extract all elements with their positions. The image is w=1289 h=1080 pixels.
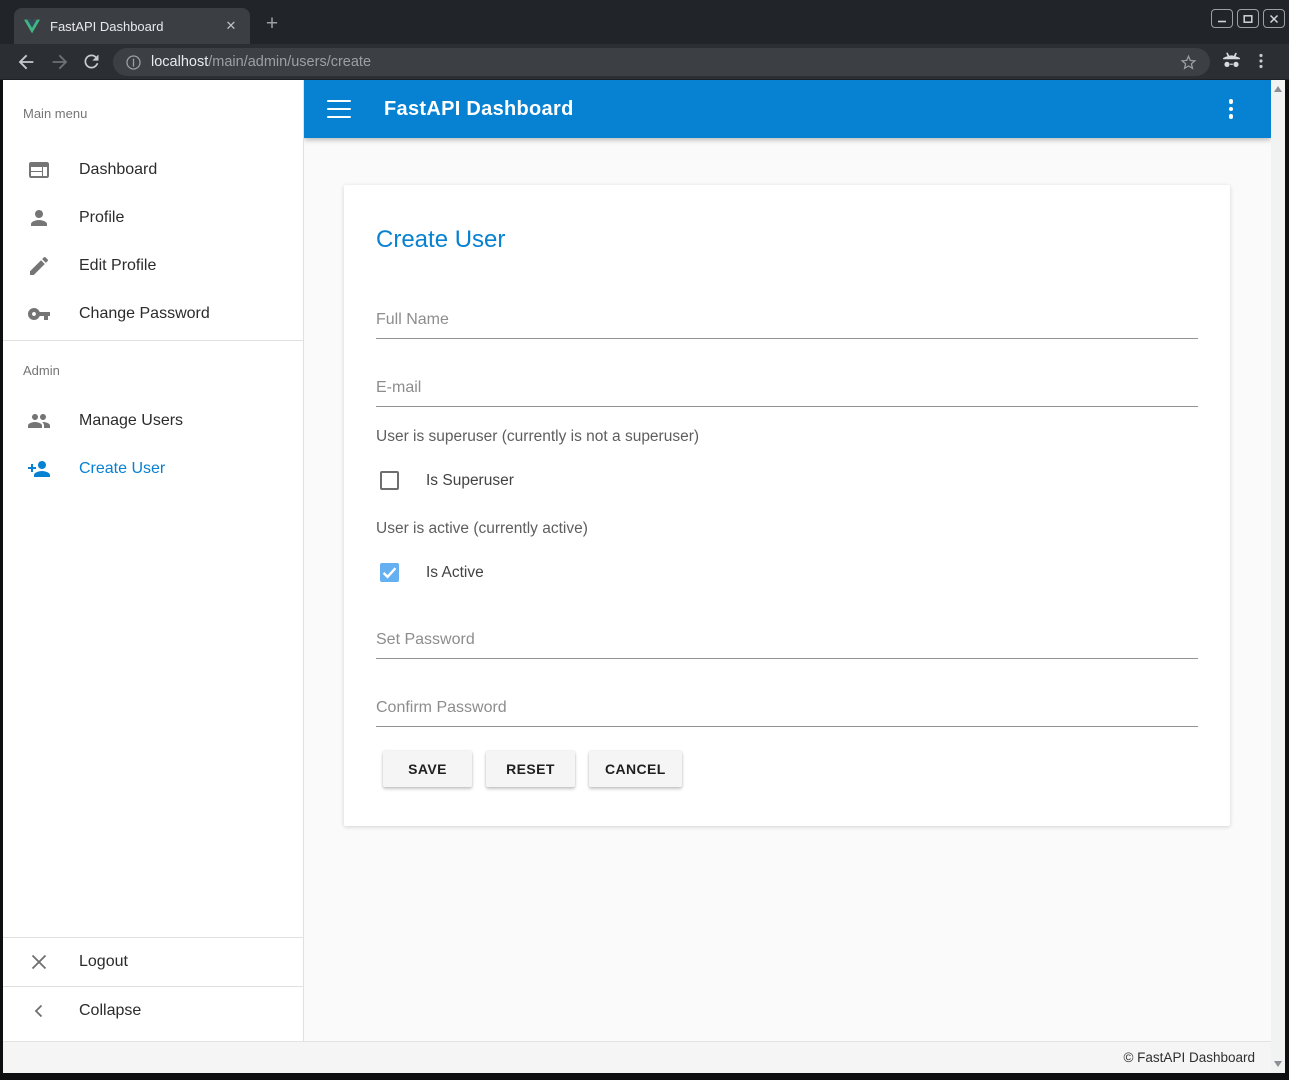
window-maximize-button[interactable] <box>1237 9 1259 28</box>
full-name-input[interactable] <box>376 301 1198 338</box>
confirm-password-input[interactable] <box>376 689 1198 726</box>
cancel-button[interactable]: CANCEL <box>589 751 682 787</box>
close-x-icon <box>27 950 51 974</box>
active-checkbox-row[interactable]: Is Active <box>380 563 484 582</box>
sidebar-item-manage-users[interactable]: Manage Users <box>3 397 303 445</box>
address-bar[interactable]: localhost/main/admin/users/create <box>113 48 1210 76</box>
site-info-icon[interactable] <box>125 54 142 71</box>
sidebar-item-label: Create User <box>79 460 165 478</box>
superuser-hint: User is superuser (currently is not a su… <box>376 428 699 446</box>
sidebar-item-logout[interactable]: Logout <box>3 937 303 986</box>
incognito-icon <box>1220 50 1243 78</box>
copyright-text: © FastAPI Dashboard <box>1123 1050 1255 1065</box>
hamburger-menu-icon[interactable] <box>327 100 351 118</box>
sidebar-item-change-password[interactable]: Change Password <box>3 290 303 338</box>
save-button[interactable]: SAVE <box>383 751 472 787</box>
sidebar-item-label: Change Password <box>79 305 210 323</box>
sidebar-section-label: Main menu <box>3 80 303 146</box>
full-name-field-wrap <box>376 301 1198 339</box>
email-input[interactable] <box>376 369 1198 406</box>
tab-title: FastAPI Dashboard <box>50 19 222 34</box>
sidebar: Main menu Dashboard Profile Edit Profile… <box>3 80 304 1041</box>
vue-logo-icon <box>24 19 40 34</box>
new-tab-button[interactable]: + <box>262 14 282 34</box>
sidebar-item-label: Dashboard <box>79 161 157 179</box>
browser-tab[interactable]: FastAPI Dashboard ✕ <box>14 8 250 44</box>
person-add-icon <box>27 457 51 481</box>
form-buttons: SAVE RESET CANCEL <box>383 751 682 787</box>
appbar-title: FastAPI Dashboard <box>384 98 574 121</box>
checkbox-unchecked-icon[interactable] <box>380 471 399 490</box>
appbar: FastAPI Dashboard <box>304 80 1271 138</box>
window-minimize-button[interactable] <box>1211 9 1233 28</box>
scrollbar[interactable] <box>1271 80 1285 1073</box>
active-hint: User is active (currently active) <box>376 520 588 538</box>
confirm-password-field-wrap <box>376 689 1198 727</box>
person-icon <box>27 206 51 230</box>
set-password-input[interactable] <box>376 621 1198 658</box>
checkbox-checked-icon[interactable] <box>380 563 399 582</box>
email-field-wrap <box>376 369 1198 407</box>
back-icon[interactable] <box>15 51 37 73</box>
tab-close-icon[interactable]: ✕ <box>222 17 240 35</box>
reset-button[interactable]: RESET <box>486 751 575 787</box>
dashboard-icon <box>27 158 51 182</box>
sidebar-item-label: Manage Users <box>79 412 183 430</box>
browser-window: FastAPI Dashboard ✕ + localhost/main/adm… <box>0 0 1289 1080</box>
sidebar-item-profile[interactable]: Profile <box>3 194 303 242</box>
key-icon <box>27 302 51 326</box>
group-icon <box>27 409 51 433</box>
sidebar-bottom-group: Logout Collapse <box>3 937 303 1035</box>
checkbox-label: Is Active <box>426 564 484 582</box>
sidebar-item-label: Collapse <box>79 1002 141 1020</box>
sidebar-item-collapse[interactable]: Collapse <box>3 986 303 1035</box>
page-footer: © FastAPI Dashboard <box>3 1041 1285 1073</box>
forward-icon[interactable] <box>49 51 71 73</box>
sidebar-item-label: Logout <box>79 953 128 971</box>
scroll-up-icon[interactable] <box>1271 82 1285 96</box>
page-title: Create User <box>376 226 505 254</box>
sidebar-section-label: Admin <box>3 341 303 397</box>
sidebar-item-label: Profile <box>79 209 124 227</box>
window-close-button[interactable] <box>1263 9 1285 28</box>
checkbox-label: Is Superuser <box>426 472 514 490</box>
set-password-field-wrap <box>376 621 1198 659</box>
sidebar-item-dashboard[interactable]: Dashboard <box>3 146 303 194</box>
chevron-left-icon <box>27 999 51 1023</box>
reload-icon[interactable] <box>81 51 103 73</box>
tab-strip: FastAPI Dashboard ✕ + <box>0 0 1289 44</box>
sidebar-item-label: Edit Profile <box>79 257 156 275</box>
appbar-menu-icon[interactable] <box>1219 97 1243 121</box>
sidebar-item-create-user[interactable]: Create User <box>3 445 303 493</box>
main-content: FastAPI Dashboard Create User User is su… <box>304 80 1271 1041</box>
bookmark-star-icon[interactable] <box>1179 53 1198 72</box>
scroll-down-icon[interactable] <box>1271 1057 1285 1071</box>
create-user-card: Create User User is superuser (currently… <box>344 185 1230 826</box>
pencil-icon <box>27 254 51 278</box>
url-text: localhost/main/admin/users/create <box>151 54 1179 70</box>
superuser-checkbox-row[interactable]: Is Superuser <box>380 471 514 490</box>
browser-menu-icon[interactable] <box>1251 51 1271 76</box>
sidebar-item-edit-profile[interactable]: Edit Profile <box>3 242 303 290</box>
